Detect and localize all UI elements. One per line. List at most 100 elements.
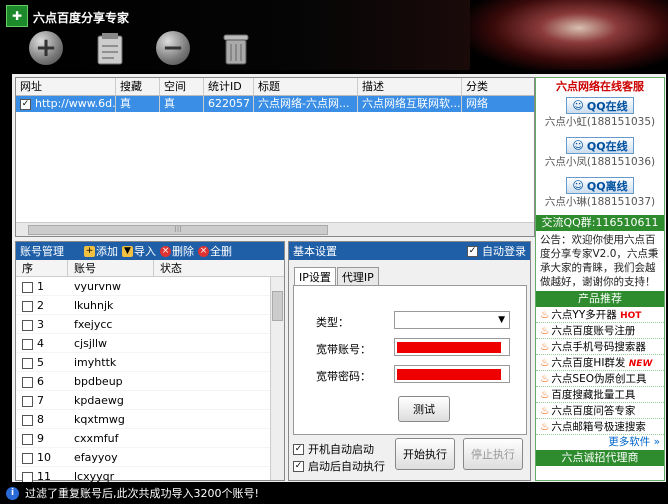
- add-account-button[interactable]: + 添加: [84, 243, 118, 259]
- broadband-password-input[interactable]: [394, 365, 510, 383]
- tab-proxy-ip[interactable]: 代理IP: [336, 267, 379, 287]
- row-checkbox[interactable]: [22, 281, 33, 293]
- table-row[interactable]: ✓ http://www.6d... 真 真 622057 六点网络-六点网...…: [16, 96, 534, 112]
- row-checkbox[interactable]: [22, 338, 33, 350]
- qq-button[interactable]: ☺ QQ在线: [566, 137, 634, 154]
- checkbox[interactable]: ✓: [293, 460, 304, 472]
- checkbox[interactable]: ✓: [293, 443, 304, 455]
- col-stat-id[interactable]: 统计ID: [204, 78, 254, 95]
- main-area: 网址 搜藏 空间 统计ID 标题 描述 分类 ✓ http://www.6d...…: [12, 74, 666, 486]
- row-checkbox[interactable]: ✓: [20, 98, 31, 110]
- account-name: efayyoy: [74, 451, 118, 464]
- row-checkbox[interactable]: [22, 319, 33, 331]
- account-status: [154, 410, 254, 428]
- remove-site-button[interactable]: −: [153, 28, 193, 68]
- horizontal-scrollbar[interactable]: ⁝⁝⁝: [16, 222, 534, 236]
- product-link[interactable]: ♨ 六点百度HI群发 NEW: [536, 355, 664, 371]
- clear-accounts-button[interactable]: × 全删: [198, 243, 232, 259]
- product-link[interactable]: ♨ 百度搜藏批量工具: [536, 387, 664, 403]
- col-no[interactable]: 序: [16, 260, 68, 276]
- status-text: 过滤了重复账号后,此次共成功导入3200个账号!: [25, 487, 259, 500]
- test-button[interactable]: 测试: [398, 396, 450, 422]
- list-item[interactable]: 5 imyhttk: [16, 353, 284, 372]
- product-list: ♨ 六点YY多开器 HOT ♨ 六点百度账号注册 ♨ 六点手机号码搜索器 ♨ 六点百度HI群发…: [536, 307, 664, 435]
- list-item[interactable]: 8 kqxtmwg: [16, 410, 284, 429]
- product-link[interactable]: ♨ 六点YY多开器 HOT: [536, 307, 664, 323]
- row-checkbox[interactable]: [22, 376, 33, 388]
- penguin-icon: ☺: [572, 179, 584, 192]
- qq-button[interactable]: ☺ QQ在线: [566, 97, 634, 114]
- account-status: [154, 429, 254, 447]
- col-category[interactable]: 分类: [462, 78, 534, 95]
- col-space[interactable]: 空间: [160, 78, 204, 95]
- list-item[interactable]: 4 cjsjllw: [16, 334, 284, 353]
- title-bar: ✚ 六点百度分享专家 + −: [0, 0, 668, 70]
- tab-ip-settings[interactable]: IP设置: [294, 267, 336, 287]
- row-checkbox[interactable]: [22, 433, 33, 445]
- stop-button[interactable]: 停止执行: [463, 438, 523, 470]
- qq-button[interactable]: ☺ QQ离线: [566, 177, 634, 194]
- ip-settings-panel: 类型： ▼ 宽带账号： 宽带密码： 测试: [293, 285, 527, 435]
- account-status: [154, 391, 254, 409]
- import-account-button[interactable]: ▼ 导入: [122, 243, 156, 259]
- account-list: 1 vyurvnw 2 lkuhnjk 3 fxejycc 4 cjsjllw 5 imyhttk…: [16, 277, 284, 486]
- account-status: [154, 277, 254, 295]
- list-item[interactable]: 7 kpdaewg: [16, 391, 284, 410]
- start-button[interactable]: 开始执行: [395, 438, 455, 470]
- cell-space: 真: [160, 96, 204, 112]
- product-link[interactable]: ♨ 六点百度问答专家: [536, 403, 664, 419]
- service-title: 六点网络在线客服: [556, 80, 644, 93]
- list-item[interactable]: 6 bpdbeup: [16, 372, 284, 391]
- account-status: [154, 315, 254, 333]
- list-item[interactable]: 3 fxejycc: [16, 315, 284, 334]
- list-item[interactable]: 2 lkuhnjk: [16, 296, 284, 315]
- row-checkbox[interactable]: [22, 414, 33, 426]
- redacted-value: [397, 342, 501, 353]
- row-checkbox[interactable]: [22, 471, 33, 483]
- recruit-agents-link[interactable]: 六点诚招代理商: [536, 450, 664, 466]
- add-site-button[interactable]: +: [26, 28, 66, 68]
- product-link[interactable]: ♨ 六点百度账号注册: [536, 323, 664, 339]
- type-label: 类型：: [316, 316, 349, 329]
- col-status[interactable]: 状态: [154, 260, 272, 276]
- row-checkbox[interactable]: [22, 300, 33, 312]
- delete-account-button[interactable]: × 删除: [160, 243, 194, 259]
- row-number: 1: [37, 280, 44, 293]
- broadband-account-input[interactable]: [394, 338, 510, 356]
- account-table-header: 序 账号 状态: [16, 260, 284, 277]
- auto-run-checkbox[interactable]: ✓ 启动后自动执行: [293, 458, 385, 474]
- account-name: imyhttk: [74, 356, 117, 369]
- row-checkbox[interactable]: [22, 395, 33, 407]
- auto-start-checkbox[interactable]: ✓ 开机自动启动: [293, 441, 374, 457]
- vertical-scrollbar[interactable]: [270, 277, 284, 480]
- scroll-thumb[interactable]: [272, 291, 283, 321]
- col-url[interactable]: 网址: [16, 78, 116, 95]
- qq-contact: ☺ QQ在线 六点小凤(188151036): [536, 135, 664, 175]
- col-desc[interactable]: 描述: [358, 78, 462, 95]
- clear-icon: ×: [198, 245, 209, 257]
- account-status: [154, 334, 254, 352]
- edit-site-button[interactable]: [90, 28, 130, 68]
- banner-image: [470, 0, 668, 70]
- remove-icon: −: [156, 31, 190, 65]
- product-link[interactable]: ♨ 六点SEO伪原创工具: [536, 371, 664, 387]
- delete-all-button[interactable]: [216, 28, 256, 68]
- more-software-link[interactable]: 更多软件 »: [536, 435, 664, 450]
- product-link[interactable]: ♨ 六点手机号码搜索器: [536, 339, 664, 355]
- row-checkbox[interactable]: [22, 357, 33, 369]
- checkbox[interactable]: ✓: [467, 245, 478, 257]
- list-item[interactable]: 1 vyurvnw: [16, 277, 284, 296]
- list-item[interactable]: 10 efayyoy: [16, 448, 284, 467]
- col-account[interactable]: 账号: [68, 260, 154, 276]
- qq-contact-name: 六点小虹(188151035): [544, 116, 656, 128]
- auto-login-checkbox[interactable]: ✓ 自动登录: [467, 243, 526, 259]
- broadband-password-label: 宽带密码：: [316, 370, 371, 383]
- type-select[interactable]: ▼: [394, 311, 510, 329]
- row-checkbox[interactable]: [22, 452, 33, 464]
- col-fav[interactable]: 搜藏: [116, 78, 160, 95]
- scroll-thumb[interactable]: ⁝⁝⁝: [28, 225, 328, 235]
- col-title[interactable]: 标题: [254, 78, 358, 95]
- flame-icon: ♨: [540, 357, 550, 369]
- product-link[interactable]: ♨ 六点邮箱号极速搜索: [536, 419, 664, 435]
- list-item[interactable]: 9 cxxmfuf: [16, 429, 284, 448]
